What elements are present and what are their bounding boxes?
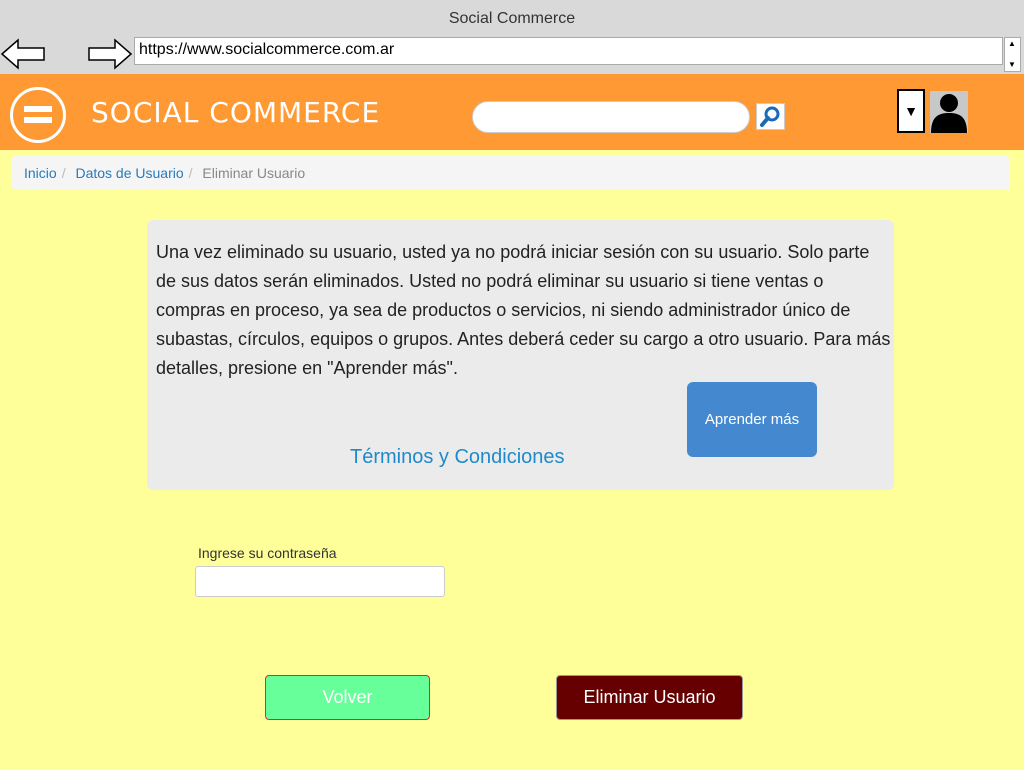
address-bar[interactable]: https://www.socialcommerce.com.ar [134,37,1003,65]
learn-more-button[interactable]: Aprender más [687,382,817,457]
hamburger-icon [24,106,52,112]
user-dropdown-toggle[interactable]: ▼ [897,89,925,133]
scroll-up-icon[interactable]: ▲ [1008,40,1016,48]
back-button[interactable]: Volver [265,675,430,720]
breadcrumb-current: Eliminar Usuario [202,165,306,181]
triangle-down-icon: ▼ [904,103,918,119]
search-input[interactable] [472,101,750,133]
window-title: Social Commerce [448,10,576,27]
scroll-down-icon[interactable]: ▼ [1008,61,1016,69]
forward-arrow-icon[interactable] [87,37,133,71]
back-arrow-icon[interactable] [0,37,46,71]
brand-title: SOCIAL COMMERCE [91,96,381,129]
info-panel: Una vez eliminado su usuario, usted ya n… [147,220,894,490]
breadcrumb-separator: / [61,165,66,181]
menu-button[interactable] [10,87,66,143]
app-header: SOCIAL COMMERCE ▼ [0,74,1024,150]
avatar[interactable] [930,91,968,133]
terms-link[interactable]: Términos y Condiciones [350,446,565,469]
password-label: Ingrese su contraseña [198,545,337,561]
breadcrumb-item-inicio[interactable]: Inicio [24,165,57,181]
user-silhouette-icon [931,94,967,133]
breadcrumb-item-datos-usuario[interactable]: Datos de Usuario [75,165,183,181]
delete-warning-text: Una vez eliminado su usuario, usted ya n… [156,242,891,378]
magnifier-icon [760,106,780,127]
breadcrumb-separator: / [188,165,193,181]
search-button[interactable] [756,103,785,130]
hamburger-icon-bar [24,117,52,123]
address-scrollbar[interactable]: ▲ ▼ [1004,37,1021,72]
delete-user-button[interactable]: Eliminar Usuario [556,675,743,720]
password-input[interactable] [195,566,445,597]
breadcrumb: Inicio / Datos de Usuario / Eliminar Usuar… [12,156,1010,190]
browser-chrome: Social Commerce https://www.socialcommer… [0,0,1024,74]
